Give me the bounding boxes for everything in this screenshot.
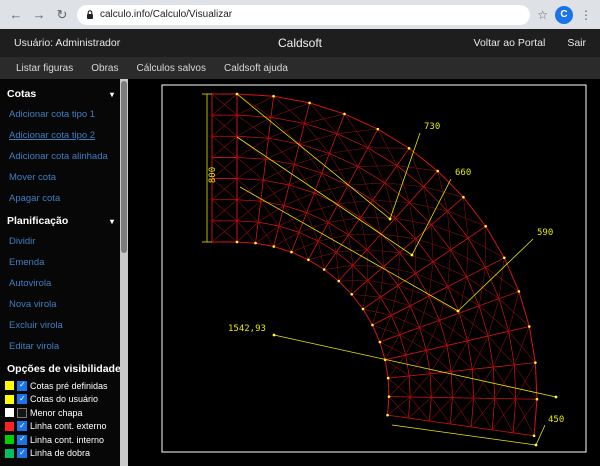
sidebar-scrollbar[interactable]: [120, 79, 128, 466]
profile-avatar[interactable]: C: [555, 6, 573, 24]
lock-icon: [86, 10, 94, 20]
planification-drawing[interactable]: 800 730 660 590 450 1542,93: [128, 79, 600, 466]
menu-item-listar-figuras[interactable]: Listar figuras: [16, 63, 73, 74]
sidebar-link-autovirola[interactable]: Autovirola: [0, 273, 120, 294]
sidebar-link-adicionar-cota-tipo-1[interactable]: Adicionar cota tipo 1: [0, 104, 120, 125]
menu-item-caldsoft-ajuda[interactable]: Caldsoft ajuda: [224, 63, 288, 74]
section-visibilidade-title: Opções de visibilidade: [7, 363, 121, 375]
checkbox-cotas-do-usuario[interactable]: [17, 394, 27, 404]
sidebar-link-adicionar-cota-alinhada[interactable]: Adicionar cota alinhada: [0, 146, 120, 167]
menu-item-obras[interactable]: Obras: [91, 63, 118, 74]
section-visibilidade-header[interactable]: Opções de visibilidade ▾: [0, 357, 120, 379]
browser-refresh-button[interactable]: ↻: [54, 7, 70, 23]
visibility-option-row: Linha cont. interno: [0, 433, 120, 447]
sidebar-link-editar-virola[interactable]: Editar virola: [0, 336, 120, 357]
sidebar-link-excluir-virola[interactable]: Excluir virola: [0, 315, 120, 336]
sidebar-link-adicionar-cota-tipo-2[interactable]: Adicionar cota tipo 2: [0, 125, 120, 146]
visibility-option-row: Menor chapa: [0, 406, 120, 420]
section-planificacao-header[interactable]: Planificação ▾: [0, 209, 120, 231]
portal-link[interactable]: Voltar ao Portal: [474, 37, 546, 49]
url-text: calculo.info/Calculo/Visualizar: [100, 9, 232, 20]
dimension-label: 1542,93: [228, 324, 266, 334]
checkbox-cotas-pre-definidas[interactable]: [17, 381, 27, 391]
checkbox-menor-chapa[interactable]: [17, 408, 27, 418]
section-cotas-header[interactable]: Cotas ▾: [0, 82, 120, 104]
option-label: Linha cont. interno: [30, 435, 104, 445]
browser-back-button[interactable]: ←: [8, 7, 24, 23]
color-swatch: [5, 422, 14, 431]
sidebar-link-emenda[interactable]: Emenda: [0, 252, 120, 273]
dimension-label: 590: [537, 228, 553, 238]
color-swatch: [5, 449, 14, 458]
visibility-option-row: Cotas pré definidas: [0, 379, 120, 393]
browser-forward-button[interactable]: →: [31, 7, 47, 23]
option-label: Linha cont. externo: [30, 421, 107, 431]
main-menu: Listar figuras Obras Cálculos salvos Cal…: [0, 57, 600, 79]
dimension-label: 730: [424, 122, 440, 132]
browser-menu-icon[interactable]: ⋮: [580, 8, 592, 22]
visibility-option-row: Linha de dobra: [0, 447, 120, 461]
section-planificacao-title: Planificação: [7, 215, 68, 227]
drawing-canvas[interactable]: 800 730 660 590 450 1542,93: [128, 79, 600, 466]
chevron-down-icon: ▾: [110, 217, 114, 226]
bookmark-star-icon[interactable]: ☆: [537, 8, 548, 22]
browser-toolbar: ← → ↻ calculo.info/Calculo/Visualizar ☆ …: [0, 0, 600, 29]
sidebar-link-apagar-cota[interactable]: Apagar cota: [0, 188, 120, 209]
checkbox-linha-cont-externo[interactable]: [17, 421, 27, 431]
visibility-option-row: Cotas do usuário: [0, 393, 120, 407]
dimension-label: 800: [208, 167, 218, 183]
sidebar-link-nova-virola[interactable]: Nova virola: [0, 294, 120, 315]
color-swatch: [5, 395, 14, 404]
scrollbar-thumb[interactable]: [121, 81, 127, 253]
visibility-option-row: Linha cont. externo: [0, 420, 120, 434]
app-header: Usuário: Administrador Caldsoft Voltar a…: [0, 29, 600, 57]
option-label: Cotas pré definidas: [30, 381, 108, 391]
chevron-down-icon: ▾: [110, 90, 114, 99]
color-swatch: [5, 408, 14, 417]
logout-link[interactable]: Sair: [567, 37, 586, 49]
sidebar-link-dividir[interactable]: Dividir: [0, 231, 120, 252]
section-cotas-title: Cotas: [7, 88, 36, 100]
menu-item-calculos-salvos[interactable]: Cálculos salvos: [136, 63, 205, 74]
option-label: Cotas do usuário: [30, 394, 98, 404]
tools-sidebar: Cotas ▾ Adicionar cota tipo 1 Adicionar …: [0, 79, 128, 466]
option-label: Menor chapa: [30, 408, 83, 418]
address-bar[interactable]: calculo.info/Calculo/Visualizar: [77, 5, 530, 25]
color-swatch: [5, 435, 14, 444]
checkbox-linha-cont-interno[interactable]: [17, 435, 27, 445]
option-label: Linha de dobra: [30, 448, 90, 458]
color-swatch: [5, 381, 14, 390]
checkbox-linha-de-dobra[interactable]: [17, 448, 27, 458]
dimension-label: 450: [548, 415, 564, 425]
sidebar-link-mover-cota[interactable]: Mover cota: [0, 167, 120, 188]
dimension-label: 660: [455, 168, 471, 178]
